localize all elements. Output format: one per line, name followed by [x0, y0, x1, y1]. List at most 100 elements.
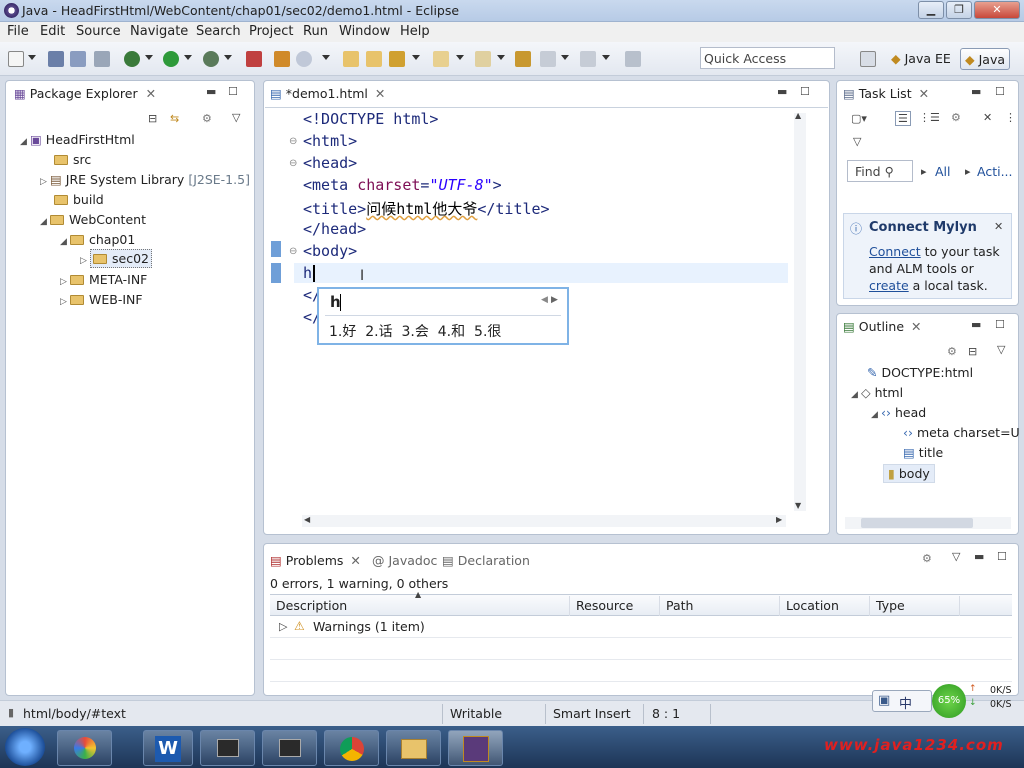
code-line-1[interactable]: <!DOCTYPE html>: [303, 110, 438, 128]
menu-navigate[interactable]: Navigate: [130, 24, 188, 39]
view-menu-icon[interactable]: ▽: [997, 343, 1005, 356]
collapse-all-icon[interactable]: ⊟: [968, 345, 977, 358]
view-menu-icon[interactable]: ▽: [952, 550, 960, 563]
outline-item-doctype[interactable]: ✎ DOCTYPE:html: [867, 365, 973, 380]
all-link[interactable]: All: [935, 164, 951, 179]
perspective-java-ee[interactable]: ◆ Java EE: [887, 48, 955, 70]
chevron-down-icon[interactable]: [602, 55, 610, 60]
filter-icon[interactable]: ⚙: [202, 112, 212, 125]
minimize-icon[interactable]: ▬: [971, 318, 981, 331]
column-header-resource[interactable]: Resource: [570, 596, 660, 616]
new-icon[interactable]: [8, 51, 24, 67]
chevron-down-icon[interactable]: [28, 55, 36, 60]
web-browser-icon[interactable]: [296, 51, 312, 67]
outline-item-html[interactable]: ◢ ◇ html: [851, 385, 903, 400]
server-icon[interactable]: [274, 51, 290, 67]
column-header-type[interactable]: Type: [870, 596, 960, 616]
close-icon[interactable]: ✕: [146, 86, 156, 101]
taskbar-app-terminal-2[interactable]: [262, 730, 317, 766]
menu-search[interactable]: Search: [196, 24, 241, 39]
view-menu-icon[interactable]: ⋮: [1005, 111, 1016, 124]
minimize-button[interactable]: ▁: [918, 1, 944, 19]
menu-window[interactable]: Window: [339, 24, 390, 39]
scrollbar-thumb[interactable]: [861, 518, 973, 528]
close-icon[interactable]: ✕: [919, 86, 929, 101]
collapse-all-icon[interactable]: ⊟: [148, 112, 157, 125]
outline-item-body[interactable]: ▮ body: [883, 464, 935, 483]
maximize-icon[interactable]: ☐: [800, 85, 810, 98]
chevron-down-icon[interactable]: ▽: [853, 135, 861, 148]
code-line-8[interactable]: h: [303, 264, 312, 282]
close-icon[interactable]: ✕: [994, 220, 1003, 233]
menu-project[interactable]: Project: [249, 24, 293, 39]
menu-run[interactable]: Run: [303, 24, 328, 39]
outline-item-meta[interactable]: ‹› meta charset=U: [903, 425, 1020, 440]
external-tools-icon[interactable]: [203, 51, 219, 67]
tree-item-chap01[interactable]: ◢ chap01: [60, 232, 135, 247]
find-input[interactable]: Find ⚲: [847, 160, 913, 182]
fold-icon[interactable]: ⊖: [289, 246, 297, 257]
minimize-icon[interactable]: ▬: [777, 85, 787, 98]
chevron-down-icon[interactable]: [412, 55, 420, 60]
chevron-down-icon[interactable]: [456, 55, 464, 60]
start-button[interactable]: [5, 728, 45, 766]
tab-declaration[interactable]: ▤ Declaration: [442, 553, 530, 568]
fold-icon[interactable]: ⊖: [289, 158, 297, 169]
code-line-7[interactable]: <body>: [303, 242, 357, 260]
next-annotation-icon[interactable]: [475, 51, 491, 67]
tab-package-explorer[interactable]: ▦ Package Explorer ✕: [14, 86, 156, 101]
open-perspective-icon[interactable]: [860, 51, 876, 67]
tab-demo1-html[interactable]: ▤ *demo1.html ✕: [270, 86, 385, 101]
tree-item-web-inf[interactable]: ▷ WEB-INF: [60, 292, 143, 307]
chevron-down-icon[interactable]: [561, 55, 569, 60]
save-icon[interactable]: [48, 51, 64, 67]
taskbar-app-terminal[interactable]: [200, 730, 255, 766]
code-line-5[interactable]: <title>问候html他大爷</title>: [303, 198, 550, 219]
menu-help[interactable]: Help: [400, 24, 430, 39]
restore-button[interactable]: ❐: [946, 1, 972, 19]
tree-item-build[interactable]: build: [54, 192, 104, 207]
view-menu-icon[interactable]: ▽: [232, 111, 240, 124]
taskbar-app-eclipse[interactable]: [448, 730, 503, 766]
ime-mode[interactable]: 中: [899, 693, 912, 712]
tab-javadoc[interactable]: @ Javadoc: [372, 553, 437, 568]
scroll-left-icon[interactable]: ◀: [304, 515, 310, 524]
new-task-icon[interactable]: ▢▾: [851, 112, 867, 125]
maximize-icon[interactable]: ☐: [995, 318, 1005, 331]
tree-item-sec02[interactable]: ▷ sec02: [80, 249, 152, 268]
chevron-right-icon[interactable]: ▷: [279, 620, 287, 633]
outline-item-title[interactable]: ▤ title: [903, 445, 943, 460]
tree-item-meta-inf[interactable]: ▷ META-INF: [60, 272, 147, 287]
tree-item-src[interactable]: src: [54, 152, 91, 167]
quick-access-input[interactable]: Quick Access: [700, 47, 835, 69]
tree-item-webcontent[interactable]: ◢ WebContent: [40, 212, 146, 227]
save-all-icon[interactable]: [70, 51, 86, 67]
taskbar-app-pinwheel[interactable]: [57, 730, 112, 766]
minimize-icon[interactable]: ▬: [974, 550, 984, 563]
pin-editor-icon[interactable]: [625, 51, 641, 67]
taskbar-app-chrome[interactable]: [324, 730, 379, 766]
focus-icon[interactable]: ✕: [983, 111, 992, 124]
open-folder-icon[interactable]: [366, 51, 382, 67]
code-line-3[interactable]: <head>: [303, 154, 357, 172]
filter-icon[interactable]: ⚙: [922, 552, 932, 565]
chevron-right-icon[interactable]: ▸: [965, 165, 971, 178]
code-line-4[interactable]: <meta charset="UTF-8">: [303, 176, 502, 194]
maximize-icon[interactable]: ☐: [997, 550, 1007, 563]
annotation-icon[interactable]: [433, 51, 449, 67]
ime-candidates[interactable]: 1.好 2.话 3.会 4.和 5.很: [329, 321, 501, 341]
menu-edit[interactable]: Edit: [40, 24, 65, 39]
categorized-icon[interactable]: ☰: [895, 111, 911, 126]
horizontal-scrollbar[interactable]: [302, 515, 786, 527]
chevron-right-icon[interactable]: ▸: [921, 165, 927, 178]
tree-item-project[interactable]: ◢ ▣ HeadFirstHtml: [20, 132, 135, 147]
skip-breakpoints-icon[interactable]: [246, 51, 262, 67]
tab-problems[interactable]: ▤ Problems ✕: [270, 553, 361, 568]
scheduled-icon[interactable]: ⋮☰: [919, 111, 940, 124]
column-header-description[interactable]: Description: [270, 596, 570, 616]
taskbar-app-word[interactable]: W: [143, 730, 193, 766]
close-icon[interactable]: ✕: [375, 86, 385, 101]
battery-gauge[interactable]: 65%: [932, 684, 966, 718]
print-icon[interactable]: [94, 51, 110, 67]
open-type-icon[interactable]: [343, 51, 359, 67]
